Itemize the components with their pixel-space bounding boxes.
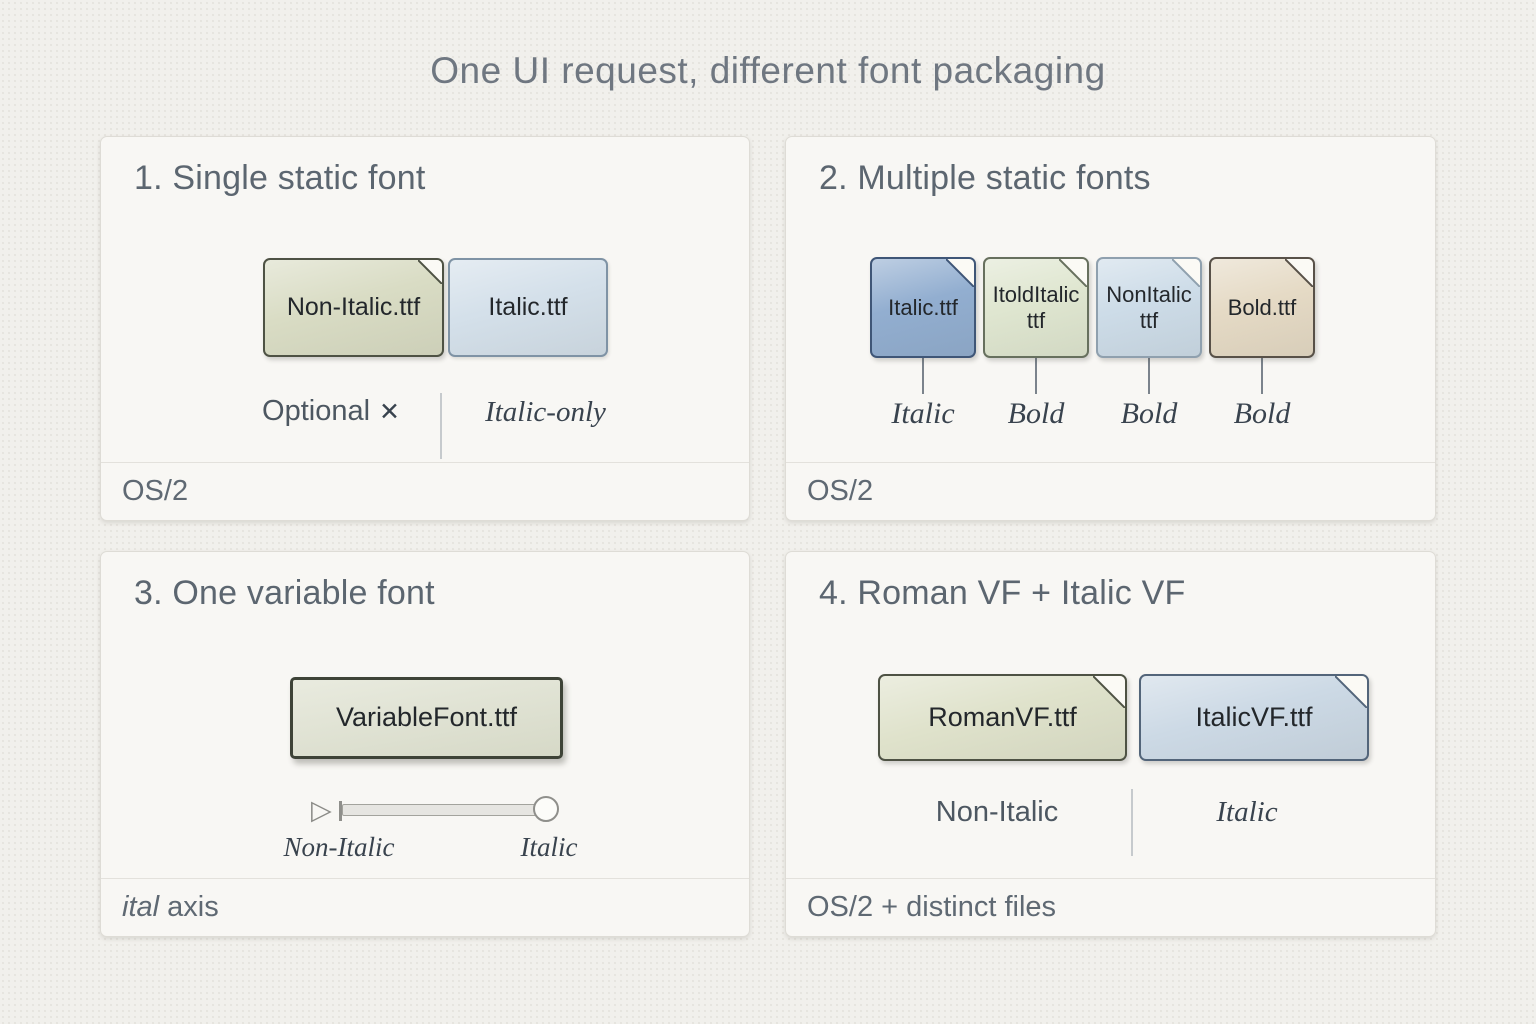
caption-optional: Optional ✕ xyxy=(221,395,441,428)
file-icon-variablefont-ttf: VariableFont.ttf xyxy=(290,677,563,759)
footer-text: OS/2 xyxy=(807,475,873,507)
file-row: RomanVF.ttf ItalicVF.ttf xyxy=(878,674,1369,761)
caption-non-italic: Non-Italic xyxy=(897,796,1097,829)
panel-single-static-font: 1. Single static font Non-Italic.ttf Ita… xyxy=(100,136,750,521)
panel-2-footer: OS/2 xyxy=(786,462,1435,520)
caption-italic-only: Italic-only xyxy=(438,396,653,429)
panel-2-heading: 2. Multiple static fonts xyxy=(819,159,1151,198)
style-tag: Bold xyxy=(1234,397,1291,431)
canvas: One UI request, different font packaging… xyxy=(0,0,1536,1024)
file-icon-italicvf-ttf: ItalicVF.ttf xyxy=(1139,674,1369,761)
footer-em: ital xyxy=(122,891,159,923)
file-column: ItoldItalic ttf Bold xyxy=(983,257,1089,431)
panel-multiple-static-fonts: 2. Multiple static fonts Italic.ttf Ital… xyxy=(785,136,1436,521)
panel-3-footer: ital axis xyxy=(101,878,749,936)
file-column: Bold.ttf Bold xyxy=(1209,257,1315,431)
style-tag: Italic xyxy=(891,397,954,431)
panel-roman-vf-italic-vf: 4. Roman VF + Italic VF RomanVF.ttf Ital… xyxy=(785,551,1436,937)
folded-corner-icon xyxy=(1285,259,1313,287)
caption-divider xyxy=(1131,789,1133,856)
caption-optional-text: Optional xyxy=(262,395,370,427)
panel-one-variable-font: 3. One variable font VariableFont.ttf ▷ … xyxy=(100,551,750,937)
file-icon-non-italic-ttf: Non-Italic.ttf xyxy=(263,258,444,357)
panel-4-footer: OS/2 + distinct files xyxy=(786,878,1435,936)
panel-1-footer: OS/2 xyxy=(101,462,749,520)
connector-line xyxy=(1148,358,1150,394)
caption-italic: Italic xyxy=(1147,796,1347,829)
folded-corner-icon xyxy=(418,260,442,284)
file-label: Italic.ttf xyxy=(885,295,961,320)
slider-track xyxy=(342,804,548,816)
file-label: NonItalic ttf xyxy=(1103,282,1195,333)
file-row: Italic.ttf Italic ItoldItalic ttf Bold N… xyxy=(870,257,1315,431)
footer-text: axis xyxy=(159,891,219,923)
panel-4-heading: 4. Roman VF + Italic VF xyxy=(819,574,1185,613)
file-label: ItoldItalic ttf xyxy=(990,282,1083,333)
file-icon-bold-ttf: Bold.ttf xyxy=(1209,257,1315,358)
file-label: VariableFont.ttf xyxy=(333,702,520,733)
file-icon-nonitalic-ttf: NonItalic ttf xyxy=(1096,257,1202,358)
panel-1-heading: 1. Single static font xyxy=(134,159,425,198)
file-icon-italic-ttf: Italic.ttf xyxy=(870,257,976,358)
file-row: Non-Italic.ttf Italic.ttf xyxy=(263,258,608,357)
panel-3-heading: 3. One variable font xyxy=(134,574,435,613)
folded-corner-icon xyxy=(1093,676,1125,708)
slider-label-non-italic: Non-Italic xyxy=(239,832,439,863)
ital-axis-slider: ▷ xyxy=(311,801,661,831)
connector-line xyxy=(922,358,924,394)
file-icon-italic-ttf: Italic.ttf xyxy=(448,258,608,357)
folded-corner-icon xyxy=(1335,676,1367,708)
footer-text: OS/2 + distinct files xyxy=(807,891,1056,923)
play-triangle-icon: ▷ xyxy=(311,797,332,824)
connector-line xyxy=(1261,358,1263,394)
file-icon-romanvf-ttf: RomanVF.ttf xyxy=(878,674,1127,761)
page-title: One UI request, different font packaging xyxy=(0,50,1536,92)
file-column: NonItalic ttf Bold xyxy=(1096,257,1202,431)
connector-line xyxy=(1035,358,1037,394)
style-tag: Bold xyxy=(1008,397,1065,431)
slider-label-italic: Italic xyxy=(449,832,649,863)
file-label: ItalicVF.ttf xyxy=(1192,702,1315,733)
x-mark-icon: ✕ xyxy=(379,398,400,426)
file-label: Italic.ttf xyxy=(485,293,570,322)
footer-text: OS/2 xyxy=(122,475,188,507)
file-column: Italic.ttf Italic xyxy=(870,257,976,431)
file-label: RomanVF.ttf xyxy=(925,702,1080,733)
folded-corner-icon xyxy=(946,259,974,287)
file-label: Non-Italic.ttf xyxy=(284,293,423,322)
file-icon-bolditalic-ttf: ItoldItalic ttf xyxy=(983,257,1089,358)
file-label: Bold.ttf xyxy=(1225,295,1299,320)
style-tag: Bold xyxy=(1121,397,1178,431)
slider-knob xyxy=(533,796,559,822)
